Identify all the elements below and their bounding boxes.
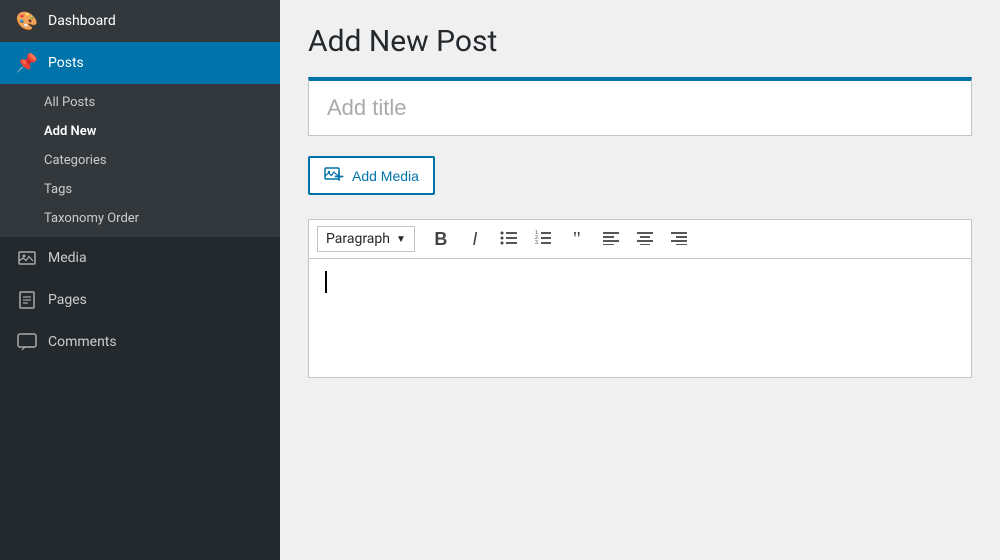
editor-toolbar: Paragraph ▼ B I: [308, 219, 972, 258]
ordered-list-icon: 1. 2. 3.: [534, 229, 552, 250]
sidebar-item-label: Posts: [48, 55, 84, 71]
chevron-down-icon: ▼: [396, 234, 406, 245]
ordered-list-button[interactable]: 1. 2. 3.: [527, 224, 559, 254]
sidebar-item-label: Comments: [48, 334, 117, 350]
sidebar-item-posts[interactable]: 📌 Posts: [0, 42, 280, 84]
posts-submenu: All Posts Add New Categories Tags Taxono…: [0, 84, 280, 237]
sidebar-item-pages[interactable]: Pages: [0, 279, 280, 321]
page-title: Add New Post: [308, 24, 972, 59]
comments-icon: [16, 331, 38, 353]
sidebar-item-tags[interactable]: Tags: [0, 175, 280, 204]
paragraph-label: Paragraph: [326, 231, 390, 247]
sidebar-item-media[interactable]: Media: [0, 237, 280, 279]
blockquote-icon: ": [573, 229, 581, 249]
editor-area[interactable]: [308, 258, 972, 378]
svg-text:3.: 3.: [535, 240, 539, 245]
italic-button[interactable]: I: [459, 224, 491, 254]
sidebar: 🎨 Dashboard 📌 Posts All Posts Add New Ca…: [0, 0, 280, 560]
sidebar-item-dashboard[interactable]: 🎨 Dashboard: [0, 0, 280, 42]
sidebar-item-label: Dashboard: [48, 13, 116, 29]
media-icon: [16, 247, 38, 269]
pages-icon: [16, 289, 38, 311]
italic-icon: I: [472, 229, 477, 250]
post-title-input[interactable]: [308, 77, 972, 136]
paragraph-select[interactable]: Paragraph ▼: [317, 226, 415, 252]
add-media-label: Add Media: [352, 168, 419, 184]
sidebar-item-categories[interactable]: Categories: [0, 146, 280, 175]
sidebar-item-label: Media: [48, 250, 87, 266]
sidebar-item-add-new[interactable]: Add New: [0, 117, 280, 146]
align-right-button[interactable]: [663, 224, 695, 254]
bold-icon: B: [434, 229, 447, 250]
posts-icon: 📌: [16, 52, 38, 74]
bold-button[interactable]: B: [425, 224, 457, 254]
sidebar-item-comments[interactable]: Comments: [0, 321, 280, 363]
sidebar-item-label: Pages: [48, 292, 87, 308]
add-media-icon: [324, 165, 344, 186]
blockquote-button[interactable]: ": [561, 224, 593, 254]
unordered-list-icon: [500, 229, 518, 250]
sidebar-item-all-posts[interactable]: All Posts: [0, 88, 280, 117]
main-content-area: Add New Post Add Media Paragraph: [280, 0, 1000, 560]
editor-cursor: [325, 271, 327, 293]
align-center-button[interactable]: [629, 224, 661, 254]
align-left-button[interactable]: [595, 224, 627, 254]
unordered-list-button[interactable]: [493, 224, 525, 254]
dashboard-icon: 🎨: [16, 10, 38, 32]
add-media-button[interactable]: Add Media: [308, 156, 435, 195]
sidebar-item-taxonomy-order[interactable]: Taxonomy Order: [0, 204, 280, 233]
align-right-icon: [670, 229, 688, 250]
align-left-icon: [602, 229, 620, 250]
align-center-icon: [636, 229, 654, 250]
